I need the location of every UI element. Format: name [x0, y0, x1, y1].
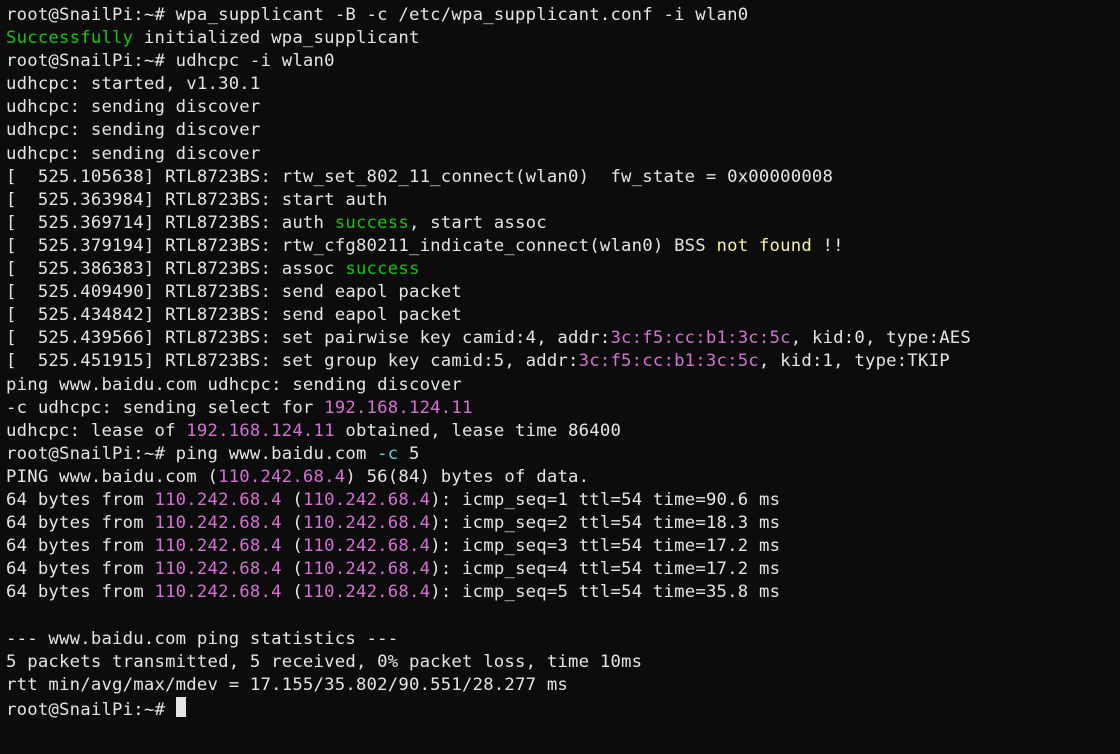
kernel-log: [ 525.105638] RTL8723BS: rtw_set_802_11_…	[6, 167, 833, 187]
ip-addr: 110.242.68.4	[154, 490, 281, 510]
text: -c udhcpc: sending select for	[6, 398, 324, 418]
text: udhcpc: lease of	[6, 421, 186, 441]
text: ):	[430, 559, 462, 579]
text: (	[282, 582, 303, 602]
ip-addr: 110.242.68.4	[303, 536, 430, 556]
text: PING www.baidu.com (	[6, 467, 218, 487]
kernel-log: [ 525.451915] RTL8723BS: set group key c…	[6, 351, 579, 371]
cursor[interactable]	[176, 697, 186, 717]
ping-reply: icmp_seq=1 ttl=54 time=90.6 ms	[462, 490, 780, 510]
ping-reply: icmp_seq=4 ttl=54 time=17.2 ms	[462, 559, 780, 579]
text: ) 56(84) bytes of data.	[345, 467, 589, 487]
text: (	[282, 536, 303, 556]
text: (	[282, 559, 303, 579]
prompt: root@SnailPi:~#	[6, 51, 176, 71]
ip-addr: 110.242.68.4	[303, 559, 430, 579]
ping-reply: icmp_seq=2 ttl=54 time=18.3 ms	[462, 513, 780, 533]
text: , start assoc	[409, 213, 547, 233]
status-success: success	[345, 259, 419, 279]
cmd: 5	[398, 444, 419, 464]
cmd: wpa_supplicant -B -c /etc/wpa_supplicant…	[176, 5, 749, 25]
text: ):	[430, 490, 462, 510]
ip-addr: 110.242.68.4	[303, 490, 430, 510]
ping-stats-header: --- www.baidu.com ping statistics ---	[6, 629, 398, 649]
text: ):	[430, 582, 462, 602]
ip-addr: 192.168.124.11	[324, 398, 472, 418]
mac-addr: 3c:f5:cc:b1:3c:5c	[610, 328, 790, 348]
ip-addr: 110.242.68.4	[154, 559, 281, 579]
text: ):	[430, 513, 462, 533]
cmd: udhcpc -i wlan0	[176, 51, 335, 71]
prompt: root@SnailPi:~#	[6, 444, 176, 464]
text: 64 bytes from	[6, 559, 154, 579]
status-warn: not found	[716, 236, 811, 256]
kernel-log: [ 525.379194] RTL8723BS: rtw_cfg80211_in…	[6, 236, 716, 256]
udhcpc-line: udhcpc: started, v1.30.1	[6, 74, 261, 94]
text: 64 bytes from	[6, 536, 154, 556]
ping-stats: rtt min/avg/max/mdev = 17.155/35.802/90.…	[6, 675, 568, 695]
kernel-log: [ 525.439566] RTL8723BS: set pairwise ke…	[6, 328, 610, 348]
ip-addr: 192.168.124.11	[186, 421, 334, 441]
status-success: success	[335, 213, 409, 233]
udhcpc-line: udhcpc: sending discover	[6, 97, 261, 117]
cmd-flag: -c	[377, 444, 398, 464]
text: , kid:1, type:TKIP	[759, 351, 950, 371]
udhcpc-line: udhcpc: sending discover	[6, 144, 261, 164]
kernel-log: [ 525.434842] RTL8723BS: send eapol pack…	[6, 305, 462, 325]
udhcpc-line: udhcpc: sending discover	[6, 120, 261, 140]
ip-addr: 110.242.68.4	[154, 536, 281, 556]
text: ):	[430, 536, 462, 556]
ip-addr: 110.242.68.4	[303, 582, 430, 602]
terminal-output[interactable]: root@SnailPi:~# wpa_supplicant -B -c /et…	[0, 0, 1120, 726]
status-success: Successfully	[6, 28, 133, 48]
ip-addr: 110.242.68.4	[154, 582, 281, 602]
mac-addr: 3c:f5:cc:b1:3c:5c	[579, 351, 759, 371]
text: , kid:0, type:AES	[791, 328, 971, 348]
text: 64 bytes from	[6, 490, 154, 510]
ip-addr: 110.242.68.4	[218, 467, 345, 487]
text: !!	[812, 236, 844, 256]
cmd: ping www.baidu.com	[176, 444, 377, 464]
ip-addr: 110.242.68.4	[303, 513, 430, 533]
kernel-log: [ 525.369714] RTL8723BS: auth	[6, 213, 335, 233]
kernel-log: [ 525.363984] RTL8723BS: start auth	[6, 190, 388, 210]
mixed-line: ping www.baidu.com udhcpc: sending disco…	[6, 375, 462, 395]
text: initialized wpa_supplicant	[133, 28, 419, 48]
ping-reply: icmp_seq=5 ttl=54 time=35.8 ms	[462, 582, 780, 602]
ping-reply: icmp_seq=3 ttl=54 time=17.2 ms	[462, 536, 780, 556]
text: 64 bytes from	[6, 582, 154, 602]
ip-addr: 110.242.68.4	[154, 513, 281, 533]
kernel-log: [ 525.409490] RTL8723BS: send eapol pack…	[6, 282, 462, 302]
ping-stats: 5 packets transmitted, 5 received, 0% pa…	[6, 652, 642, 672]
kernel-log: [ 525.386383] RTL8723BS: assoc	[6, 259, 345, 279]
text: (	[282, 513, 303, 533]
prompt: root@SnailPi:~#	[6, 700, 176, 720]
text: 64 bytes from	[6, 513, 154, 533]
prompt: root@SnailPi:~#	[6, 5, 176, 25]
text: (	[282, 490, 303, 510]
text: obtained, lease time 86400	[335, 421, 621, 441]
